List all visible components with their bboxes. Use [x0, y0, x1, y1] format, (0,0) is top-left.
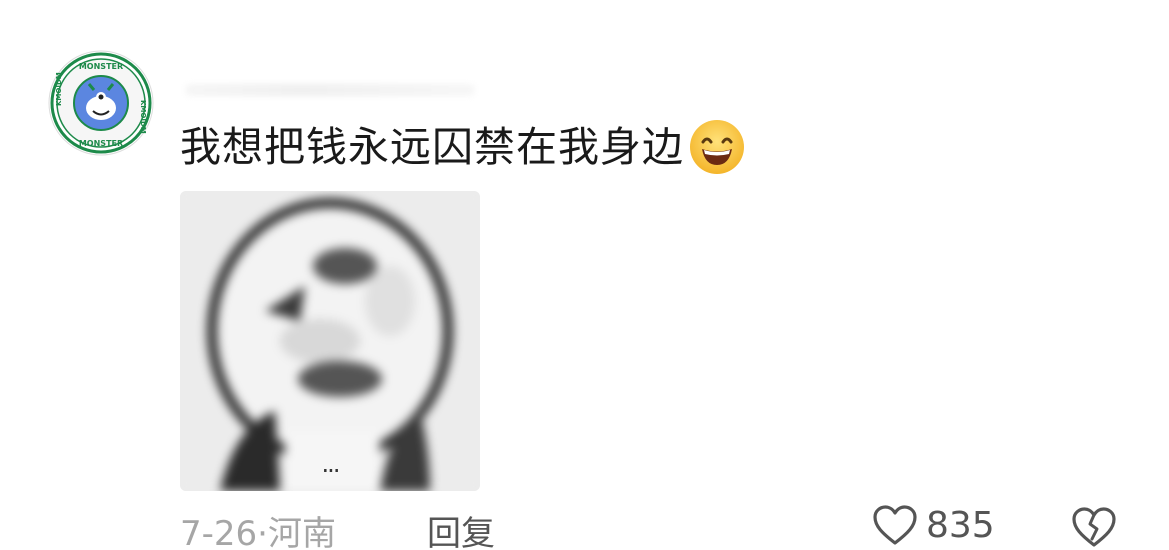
svg-text:MONSTER: MONSTER	[79, 62, 123, 71]
dislike-button[interactable]	[1070, 506, 1118, 550]
comment-item: MONSTER MONSTER KMOIDM KMOIDM 我想把钱永远囚禁在我…	[0, 0, 1169, 550]
sticker-image[interactable]: ...	[180, 191, 480, 491]
meta-separator: ·	[257, 514, 268, 550]
heart-outline-icon	[873, 505, 917, 545]
comment-text: 我想把钱永远囚禁在我身边	[180, 123, 684, 171]
reply-button[interactable]: 回复	[427, 506, 495, 550]
username-blurred	[185, 84, 475, 96]
grinning-face-emoji-icon	[688, 118, 746, 176]
like-count: 835	[926, 504, 995, 546]
blurry-face-meme-sticker-icon	[180, 191, 480, 491]
sticker-more-dots: ...	[321, 450, 341, 478]
broken-heart-icon	[1072, 507, 1116, 547]
comment-footer: 7-26·河南 回复 835	[0, 500, 1169, 550]
svg-text:KMOIDM: KMOIDM	[55, 72, 63, 106]
svg-text:KMOIDM: KMOIDM	[139, 100, 147, 134]
comment-location: 河南	[267, 514, 336, 550]
comment-meta: 7-26·河南	[180, 506, 336, 550]
avatar[interactable]: MONSTER MONSTER KMOIDM KMOIDM	[48, 50, 154, 156]
like-button[interactable]: 835	[872, 504, 995, 546]
monster-logo-icon: MONSTER MONSTER KMOIDM KMOIDM	[48, 50, 154, 156]
comment-text-row: 我想把钱永远囚禁在我身边	[180, 118, 746, 176]
comment-date: 7-26	[180, 514, 258, 550]
svg-text:MONSTER: MONSTER	[79, 139, 123, 148]
